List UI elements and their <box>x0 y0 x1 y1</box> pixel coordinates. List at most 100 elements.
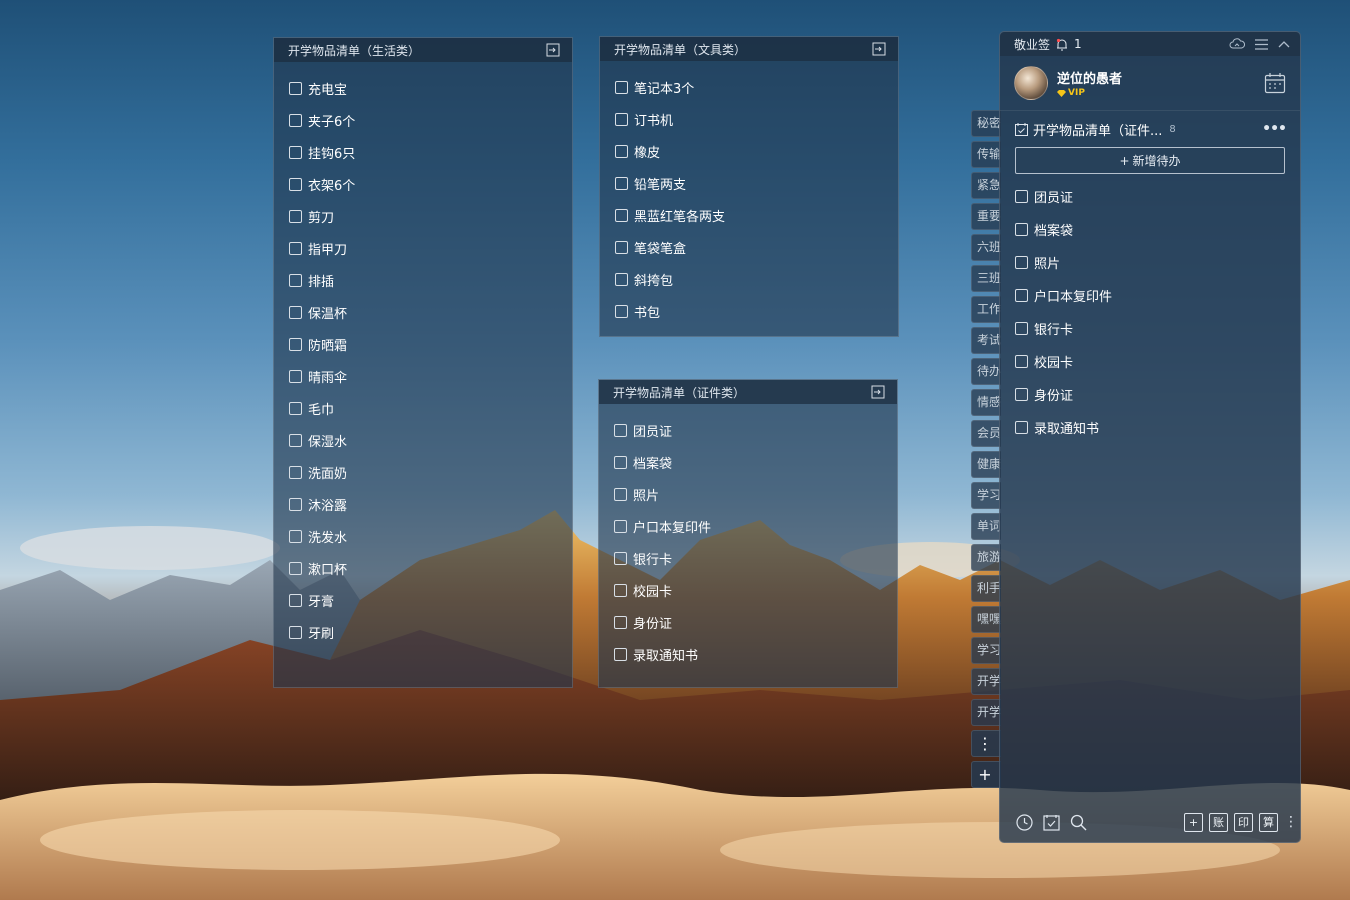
category-tab[interactable]: 旅游 <box>971 544 1001 571</box>
checkbox[interactable] <box>1015 355 1028 368</box>
list-item[interactable]: 保温杯 <box>274 296 572 328</box>
list-item[interactable]: 档案袋 <box>1000 213 1300 246</box>
checkbox[interactable] <box>289 241 302 255</box>
checkbox[interactable] <box>614 615 627 629</box>
list-item[interactable]: 照片 <box>1000 246 1300 279</box>
category-tab[interactable]: 重要 <box>971 203 1001 230</box>
category-tab[interactable]: 开学 <box>971 668 1001 695</box>
category-tab[interactable]: 学习 <box>971 637 1001 664</box>
list-item[interactable]: 身份证 <box>599 606 897 638</box>
checkbox[interactable] <box>614 487 627 501</box>
list-item[interactable]: 书包 <box>600 295 898 327</box>
list-item[interactable]: 银行卡 <box>1000 312 1300 345</box>
search-icon[interactable] <box>1070 814 1087 831</box>
list-item[interactable]: 订书机 <box>600 103 898 135</box>
list-item[interactable]: 保湿水 <box>274 424 572 456</box>
more-tabs-button[interactable]: ⋮ <box>971 730 1001 757</box>
checkbox[interactable] <box>289 81 302 95</box>
checkbox[interactable] <box>289 433 302 447</box>
checkbox[interactable] <box>289 337 302 351</box>
list-item[interactable]: 团员证 <box>1000 180 1300 213</box>
category-tab[interactable]: 秘密 <box>971 110 1001 137</box>
category-tab[interactable]: 六班 <box>971 234 1001 261</box>
list-item[interactable]: 照片 <box>599 478 897 510</box>
add-button[interactable]: + <box>1184 812 1203 832</box>
calculator-button[interactable]: 算 <box>1259 812 1278 832</box>
exit-icon[interactable] <box>546 43 560 57</box>
category-tab[interactable]: 紧急 <box>971 172 1001 199</box>
list-item[interactable]: 洗面奶 <box>274 456 572 488</box>
task-check-icon[interactable] <box>1043 814 1060 831</box>
clock-icon[interactable] <box>1016 813 1033 831</box>
checkbox[interactable] <box>289 401 302 415</box>
list-item[interactable]: 银行卡 <box>599 542 897 574</box>
checkbox[interactable] <box>1015 289 1028 302</box>
list-item[interactable]: 毛巾 <box>274 392 572 424</box>
category-tab[interactable]: 考试 <box>971 327 1001 354</box>
list-item[interactable]: 档案袋 <box>599 446 897 478</box>
category-tab[interactable]: 情感 <box>971 389 1001 416</box>
category-tab[interactable]: 学习 <box>971 482 1001 509</box>
list-item[interactable]: 笔记本3个 <box>600 71 898 103</box>
more-options-icon[interactable]: ••• <box>1262 121 1287 137</box>
category-tab[interactable]: 三班 <box>971 265 1001 292</box>
list-item[interactable]: 排插 <box>274 264 572 296</box>
checkbox[interactable] <box>289 369 302 383</box>
print-button[interactable]: 印 <box>1234 812 1253 832</box>
list-item[interactable]: 校园卡 <box>1000 345 1300 378</box>
category-tab[interactable]: 嘿嘿 <box>971 606 1001 633</box>
category-tab[interactable]: 待办 <box>971 358 1001 385</box>
list-item[interactable]: 身份证 <box>1000 378 1300 411</box>
list-item[interactable]: 黑蓝红笔各两支 <box>600 199 898 231</box>
category-tab[interactable]: 传输 <box>971 141 1001 168</box>
category-tab[interactable]: 单词 <box>971 513 1001 540</box>
checkbox[interactable] <box>1015 190 1028 203</box>
checkbox[interactable] <box>615 208 628 222</box>
category-tab[interactable]: 健康 <box>971 451 1001 478</box>
username[interactable]: 逆位的愚者 <box>1057 68 1122 87</box>
checkbox[interactable] <box>615 176 628 190</box>
checkbox[interactable] <box>289 529 302 543</box>
list-item[interactable]: 牙膏 <box>274 584 572 616</box>
checkbox[interactable] <box>614 551 627 565</box>
checkbox[interactable] <box>615 80 628 94</box>
list-item[interactable]: 户口本复印件 <box>1000 279 1300 312</box>
list-item[interactable]: 充电宝 <box>274 72 572 104</box>
list-item[interactable]: 铅笔两支 <box>600 167 898 199</box>
exit-icon[interactable] <box>872 42 886 56</box>
list-item[interactable]: 录取通知书 <box>599 638 897 670</box>
checkbox[interactable] <box>289 209 302 223</box>
checkbox[interactable] <box>615 112 628 126</box>
checkbox[interactable] <box>1015 322 1028 335</box>
app-titlebar[interactable]: 敬业签 1 <box>1000 32 1300 56</box>
checkbox[interactable] <box>289 177 302 191</box>
checkbox[interactable] <box>289 593 302 607</box>
list-item[interactable]: 洗发水 <box>274 520 572 552</box>
checkbox[interactable] <box>614 583 627 597</box>
add-todo-button[interactable]: + 新增待办 <box>1015 147 1285 174</box>
list-item[interactable]: 沐浴露 <box>274 488 572 520</box>
checkbox[interactable] <box>614 423 627 437</box>
sticky-note-stationery-header[interactable]: 开学物品清单（文具类） <box>600 37 898 61</box>
calendar-icon[interactable] <box>1264 72 1286 94</box>
list-item[interactable]: 晴雨伞 <box>274 360 572 392</box>
avatar[interactable] <box>1014 66 1048 100</box>
checkbox[interactable] <box>1015 256 1028 269</box>
list-item[interactable]: 剪刀 <box>274 200 572 232</box>
checkbox[interactable] <box>289 497 302 511</box>
checkbox[interactable] <box>615 240 628 254</box>
checkbox[interactable] <box>615 144 628 158</box>
list-item[interactable]: 校园卡 <box>599 574 897 606</box>
checkbox[interactable] <box>289 465 302 479</box>
list-item[interactable]: 团员证 <box>599 414 897 446</box>
chevron-up-icon[interactable] <box>1278 40 1290 48</box>
account-button[interactable]: 账 <box>1209 812 1228 832</box>
cloud-sync-icon[interactable] <box>1229 38 1245 50</box>
list-item[interactable]: 指甲刀 <box>274 232 572 264</box>
checkbox[interactable] <box>289 273 302 287</box>
checkbox[interactable] <box>614 455 627 469</box>
current-list-header[interactable]: 开学物品清单（证件... 8 ••• <box>1000 111 1300 147</box>
bell-icon[interactable] <box>1056 38 1068 51</box>
checkbox[interactable] <box>614 647 627 661</box>
sticky-note-documents-header[interactable]: 开学物品清单（证件类） <box>599 380 897 404</box>
